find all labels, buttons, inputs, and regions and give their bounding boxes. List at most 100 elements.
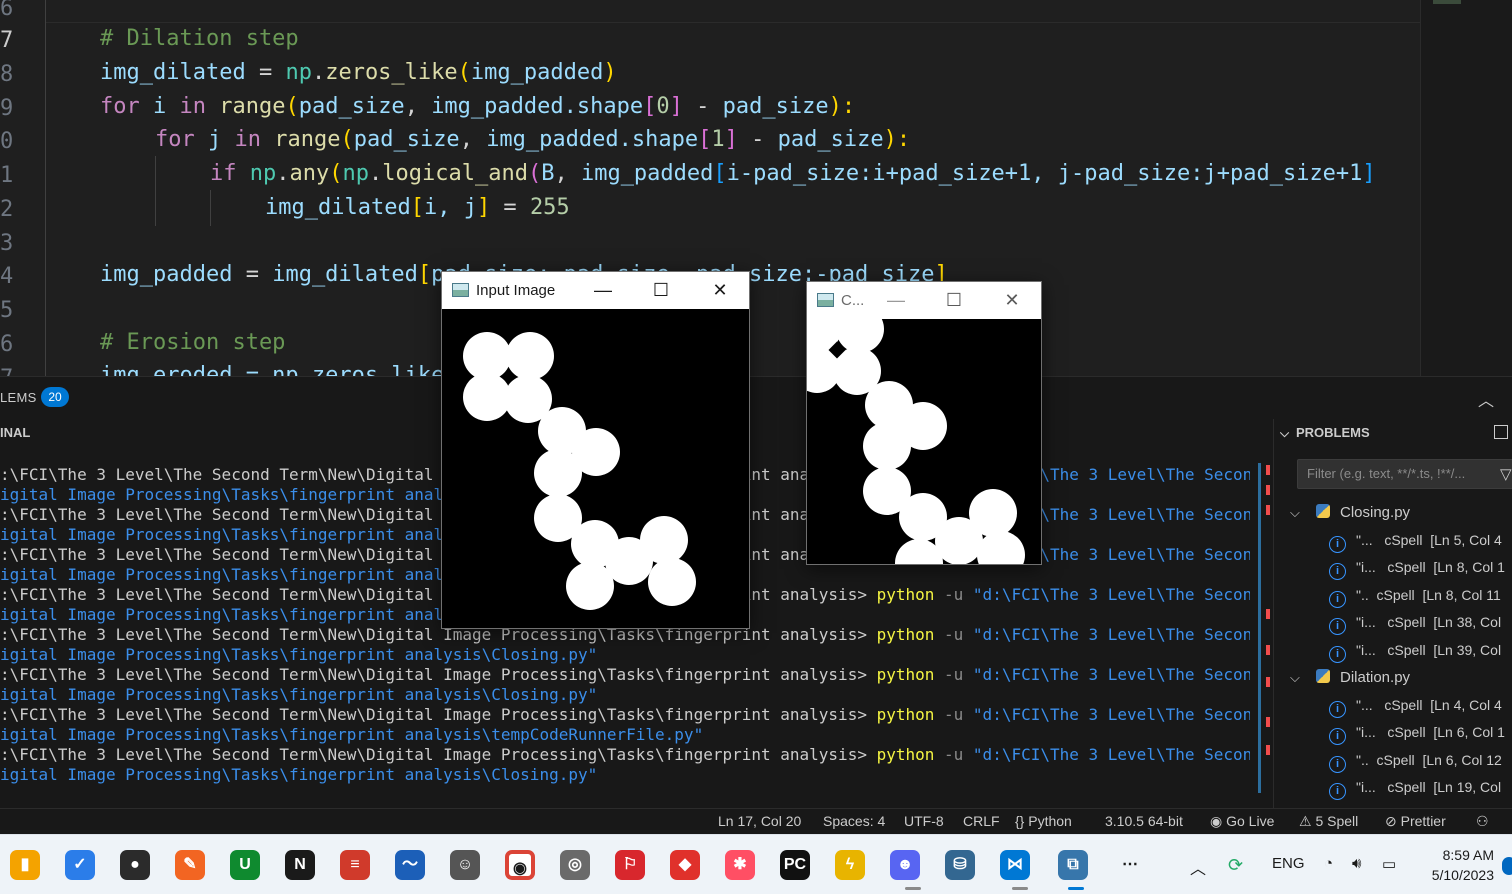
code-token: range — [219, 94, 286, 119]
code-token: for — [100, 94, 140, 119]
input-image-window[interactable]: Input Image — ☐ ✕ — [441, 271, 750, 629]
git-icon[interactable]: ◆ — [670, 850, 700, 880]
minimap[interactable] — [1420, 0, 1512, 376]
python-icon[interactable]: ⧉ — [1058, 850, 1088, 880]
problem-item[interactable]: i "i... cSpell [Ln 19, Col — [1329, 779, 1501, 800]
status-encoding[interactable]: UTF-8 — [904, 813, 944, 829]
window-titlebar[interactable]: Input Image — ☐ ✕ — [442, 272, 749, 309]
problem-item[interactable]: i "i... cSpell [Ln 6, Col 1 — [1329, 724, 1505, 745]
input-language[interactable]: ENG — [1272, 855, 1305, 872]
problems-filter-input[interactable]: Filter (e.g. text, **/*.ts, !**/... — [1297, 459, 1512, 489]
onenote-like-icon[interactable]: ▮ — [10, 850, 40, 880]
sync-icon[interactable]: ⟳ — [1228, 855, 1243, 876]
notification-badge[interactable] — [1502, 857, 1512, 875]
terminal-command-line: :\FCI\The 3 Level\The Second Term\New\Di… — [0, 745, 1250, 765]
code-token: img_padded — [486, 127, 619, 152]
volume-icon[interactable]: 🔊︎ — [1352, 855, 1361, 872]
stack-icon[interactable]: ≡ — [340, 850, 370, 880]
problem-location: [Ln 4, Col 4 — [1430, 697, 1502, 713]
code-token: pad_size — [722, 94, 829, 119]
maximize-button[interactable]: ☐ — [939, 288, 969, 312]
problem-item[interactable]: i "i... cSpell [Ln 39, Col — [1329, 642, 1501, 663]
python-file-icon — [1316, 504, 1330, 518]
problem-item[interactable]: i "... cSpell [Ln 4, Col 4 — [1329, 697, 1502, 718]
system-clock[interactable]: 8:59 AM 5/10/2023 — [1424, 845, 1494, 885]
status-cursor-position[interactable]: Ln 17, Col 20 — [718, 813, 801, 829]
todo-icon[interactable]: ✓ — [65, 850, 95, 880]
notion-icon[interactable]: N — [285, 850, 315, 880]
minimize-button[interactable]: — — [588, 278, 618, 302]
obs-icon[interactable]: ● — [120, 850, 150, 880]
status-prettier[interactable]: ⊘ Prettier — [1385, 813, 1446, 830]
problem-item[interactable]: i "... cSpell [Ln 5, Col 4 — [1329, 532, 1502, 553]
tab-problems[interactable]: LEMS — [0, 390, 37, 405]
chrome-icon[interactable]: ◉ — [505, 850, 535, 880]
code-token: img_dilated — [265, 195, 411, 220]
code-token: , — [459, 127, 487, 152]
battery-icon[interactable]: ▭ — [1382, 855, 1396, 873]
upwork-icon[interactable]: U — [230, 850, 260, 880]
status-spell[interactable]: ⚠ 5 Spell — [1299, 813, 1358, 830]
wifi-icon[interactable]: ◔ — [1324, 855, 1333, 872]
error-marker — [1266, 609, 1270, 619]
problems-file-dilation[interactable]: ⌵ Dilation.py — [1290, 669, 1410, 686]
code-line-16: # Erosion step — [100, 329, 285, 357]
power-icon[interactable]: ϟ — [835, 850, 865, 880]
more-icon[interactable]: ⋯ — [1115, 850, 1145, 880]
pycharm-icon[interactable]: PC — [780, 850, 810, 880]
problems-file-closing[interactable]: ⌵ Closing.py — [1290, 504, 1410, 521]
close-button[interactable]: ✕ — [705, 278, 735, 302]
status-interpreter[interactable]: 3.10.5 64-bit — [1105, 813, 1183, 829]
window-titlebar[interactable]: C... — ☐ ✕ — [807, 282, 1041, 319]
maximize-button[interactable]: ☐ — [646, 278, 676, 302]
status-go-live[interactable]: ◉ Go Live — [1210, 813, 1274, 830]
terminal-flag: -u — [934, 625, 973, 644]
clock-time: 8:59 AM — [1442, 847, 1494, 863]
problem-location: [Ln 5, Col 4 — [1430, 532, 1502, 548]
status-indentation[interactable]: Spaces: 4 — [823, 813, 885, 829]
problem-text: "i... — [1356, 724, 1376, 740]
status-bar: Ln 17, Col 20 Spaces: 4 UTF-8 CRLF {} Py… — [0, 808, 1512, 834]
prettier-label: Prettier — [1400, 813, 1446, 829]
code-token: = — [232, 262, 273, 287]
dots-icon[interactable]: ✱ — [725, 850, 755, 880]
problem-item[interactable]: i "i... cSpell [Ln 8, Col 1 — [1329, 559, 1505, 580]
accounts-icon[interactable]: ⚇ — [1476, 813, 1489, 830]
indent-guide — [155, 156, 156, 226]
code-token: ) — [603, 60, 617, 85]
problems-header[interactable]: ⌵ PROBLEMS — [1280, 425, 1370, 441]
minimize-button[interactable]: — — [881, 288, 911, 312]
terminal-command: python — [876, 745, 935, 764]
code-token: i-pad_size:i+pad_size+1, j-pad_size:j+pa… — [726, 161, 1363, 186]
problem-item[interactable]: i "i... cSpell [Ln 38, Col — [1329, 614, 1501, 635]
status-language[interactable]: {} Python — [1015, 813, 1072, 829]
discord-icon[interactable]: ☻ — [890, 850, 920, 880]
status-eol[interactable]: CRLF — [963, 813, 1000, 829]
bitdefender-icon[interactable]: ⚐ — [615, 850, 645, 880]
code-token: np — [285, 60, 312, 85]
ollama-icon[interactable]: ☺ — [450, 850, 480, 880]
error-marker — [1266, 677, 1270, 687]
problem-item[interactable]: i ".. cSpell [Ln 8, Col 11 — [1329, 587, 1501, 608]
closing-image-window[interactable]: C... — ☐ ✕ — [806, 281, 1042, 565]
restore-icon[interactable] — [1494, 425, 1508, 439]
code-token: in — [221, 127, 275, 152]
problem-location: [Ln 8, Col 11 — [1422, 587, 1501, 603]
code-token: .shape — [618, 127, 699, 152]
pen-icon[interactable]: ✎ — [175, 850, 205, 880]
chevron-up-icon[interactable]: ︿ — [1478, 387, 1494, 411]
filter-icon[interactable]: ▽ — [1500, 465, 1512, 483]
minimap-slider[interactable] — [1433, 0, 1461, 4]
problem-item[interactable]: i ".. cSpell [Ln 6, Col 12 — [1329, 752, 1502, 773]
chart-icon[interactable]: 〜 — [395, 850, 425, 880]
tray-overflow-chevron-icon[interactable]: ︿ — [1190, 855, 1206, 879]
terminal-scrollbar[interactable] — [1258, 463, 1261, 793]
vscode-icon[interactable]: ⋈ — [1000, 850, 1030, 880]
photo-icon[interactable]: ◎ — [560, 850, 590, 880]
line-number: 7 — [0, 366, 14, 376]
code-editor[interactable]: 6 7 8 9 0 1 2 3 4 5 6 7 # Dilation step … — [0, 0, 1512, 376]
code-token: if — [210, 161, 237, 186]
postgres-icon[interactable]: ⛁ — [945, 850, 975, 880]
close-button[interactable]: ✕ — [997, 288, 1027, 312]
problem-location: [Ln 19, Col — [1433, 779, 1502, 795]
